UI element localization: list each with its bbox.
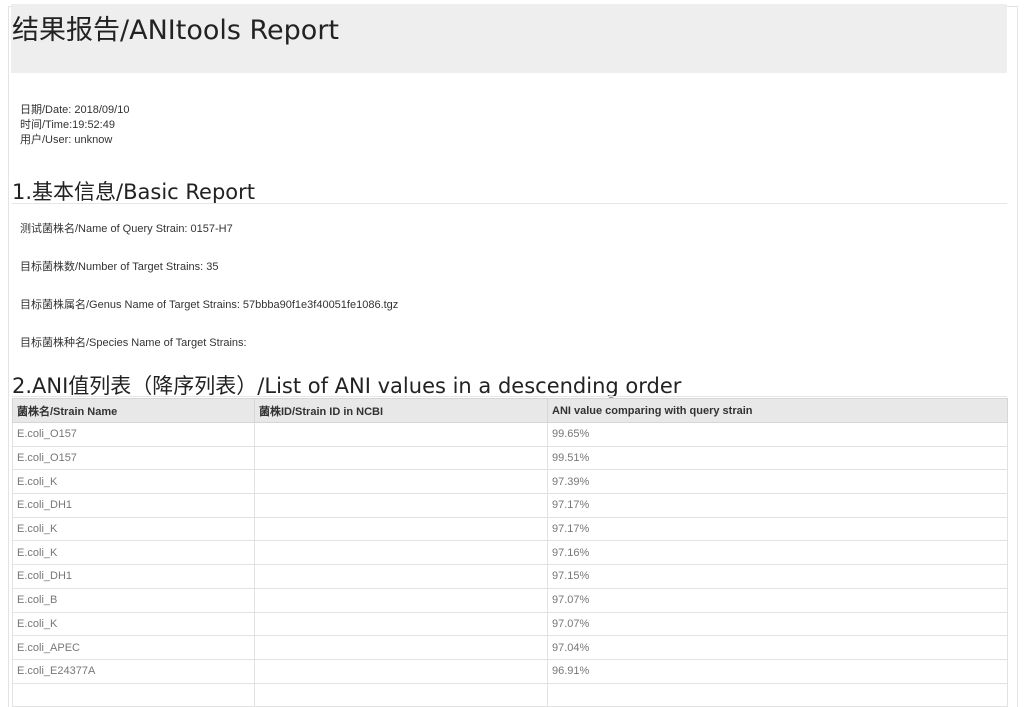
cell-strain-id — [254, 682, 548, 707]
cell-strain-name: E.coli_DH1 — [12, 493, 255, 518]
cell-ani-value: 97.07% — [547, 611, 1008, 637]
cell-strain-id — [254, 658, 548, 684]
cell-strain-id — [254, 516, 548, 542]
table-row: E.coli_DH1 97.17% — [12, 493, 1008, 518]
cell-ani-value: 97.17% — [547, 516, 1008, 542]
report-title: 结果报告/ANItools Report — [12, 15, 340, 46]
column-header-strain-name: 菌株名/Strain Name — [12, 398, 255, 423]
cell-ani-value: 99.65% — [547, 422, 1008, 447]
divider — [12, 203, 1007, 204]
cell-ani-value: 97.04% — [547, 635, 1008, 660]
title-banner: 结果报告/ANItools Report — [11, 4, 1007, 73]
cell-strain-id — [254, 611, 548, 637]
report-user: 用户/User: unknow — [20, 134, 113, 146]
cell-strain-id — [254, 587, 548, 613]
cell-strain-name — [12, 682, 255, 707]
target-species: 目标菌株种名/Species Name of Target Strains: — [20, 337, 247, 349]
basic-report-heading: 1.基本信息/Basic Report — [12, 180, 255, 204]
cell-strain-id — [254, 493, 548, 518]
table-row: E.coli_DH1 97.15% — [12, 564, 1008, 589]
cell-ani-value: 97.16% — [547, 540, 1008, 566]
cell-strain-name: E.coli_DH1 — [12, 564, 255, 589]
cell-strain-name: E.coli_K — [12, 469, 255, 495]
table-row: E.coli_K 97.16% — [12, 540, 1008, 566]
cell-strain-name: E.coli_K — [12, 516, 255, 542]
table-header-row: 菌株名/Strain Name 菌株ID/Strain ID in NCBI A… — [12, 398, 1008, 423]
table-row — [12, 682, 1008, 707]
cell-ani-value: 97.07% — [547, 587, 1008, 613]
cell-strain-id — [254, 540, 548, 566]
cell-strain-name: E.coli_E24377A — [12, 658, 255, 684]
cell-ani-value: 97.17% — [547, 493, 1008, 518]
cell-strain-name: E.coli_O157 — [12, 422, 255, 447]
cell-strain-name: E.coli_O157 — [12, 445, 255, 471]
cell-strain-name: E.coli_B — [12, 587, 255, 613]
cell-strain-name: E.coli_K — [12, 611, 255, 637]
table-row: E.coli_O157 99.51% — [12, 445, 1008, 471]
target-genus: 目标菌株属名/Genus Name of Target Strains: 57b… — [20, 299, 399, 311]
table-row: E.coli_O157 99.65% — [12, 422, 1008, 447]
target-count: 目标菌株数/Number of Target Strains: 35 — [20, 261, 219, 273]
cell-strain-id — [254, 635, 548, 660]
table-row: E.coli_K 97.17% — [12, 516, 1008, 542]
cell-ani-value: 97.15% — [547, 564, 1008, 589]
column-header-ani-value: ANI value comparing with query strain — [547, 398, 1008, 423]
report-time: 时间/Time:19:52:49 — [20, 119, 115, 131]
cell-strain-id — [254, 469, 548, 495]
cell-strain-id — [254, 564, 548, 589]
cell-ani-value: 99.51% — [547, 445, 1008, 471]
cell-strain-name: E.coli_APEC — [12, 635, 255, 660]
report-meta: 日期/Date: 2018/09/10 时间/Time:19:52:49 用户/… — [20, 103, 129, 148]
table-row: E.coli_APEC 97.04% — [12, 635, 1008, 660]
cell-ani-value: 96.91% — [547, 658, 1008, 684]
ani-table: 菌株名/Strain Name 菌株ID/Strain ID in NCBI A… — [12, 398, 1008, 707]
cell-strain-id — [254, 422, 548, 447]
table-row: E.coli_E24377A 96.91% — [12, 658, 1008, 684]
cell-ani-value: 97.39% — [547, 469, 1008, 495]
table-row: E.coli_B 97.07% — [12, 587, 1008, 613]
cell-strain-name: E.coli_K — [12, 540, 255, 566]
query-strain: 测试菌株名/Name of Query Strain: 0157-H7 — [20, 223, 233, 235]
cell-strain-id — [254, 445, 548, 471]
table-row: E.coli_K 97.07% — [12, 611, 1008, 637]
table-row: E.coli_K 97.39% — [12, 469, 1008, 495]
column-header-strain-id: 菌株ID/Strain ID in NCBI — [254, 398, 548, 423]
divider — [12, 396, 1007, 397]
ani-table-body: E.coli_O157 99.65% E.coli_O157 99.51% E.coli… — [12, 422, 1008, 707]
cell-ani-value — [547, 682, 1008, 707]
report-date: 日期/Date: 2018/09/10 — [20, 104, 130, 116]
